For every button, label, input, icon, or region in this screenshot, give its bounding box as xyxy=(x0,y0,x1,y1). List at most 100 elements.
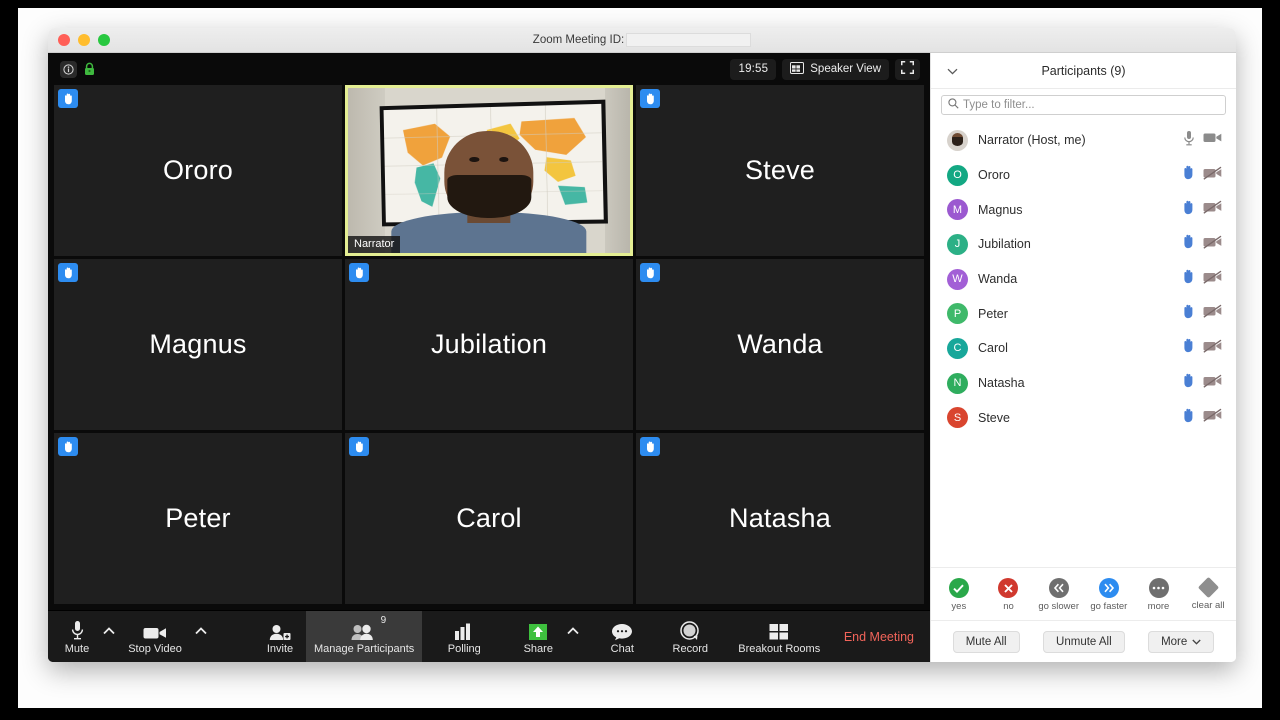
raised-hand-icon[interactable] xyxy=(1182,338,1195,358)
reaction-go-faster-button[interactable]: go faster xyxy=(1089,578,1129,612)
mute-button[interactable]: Mute xyxy=(48,611,100,662)
unmute-all-button[interactable]: Unmute All xyxy=(1043,631,1125,653)
end-meeting-button[interactable]: End Meeting xyxy=(844,611,930,662)
invite-button[interactable]: Invite xyxy=(254,611,306,662)
search-input-wrapper[interactable] xyxy=(941,95,1226,115)
camera-off-icon[interactable] xyxy=(1203,166,1222,185)
camera-off-icon[interactable] xyxy=(1203,304,1222,323)
chat-label: Chat xyxy=(611,643,634,655)
rewind-circle-icon xyxy=(1049,578,1069,598)
participant-video-grid: Ororo Narrator Steve Magnus Jubilation W… xyxy=(48,85,930,610)
lock-icon[interactable] xyxy=(83,62,96,76)
camera-off-icon[interactable] xyxy=(1203,235,1222,254)
participant-name: Natasha xyxy=(978,376,1172,390)
camera-off-icon[interactable] xyxy=(1203,200,1222,219)
participants-list[interactable]: Narrator (Host, me) O Ororo M Magnus J J… xyxy=(931,121,1236,567)
reaction-go-faster-label: go faster xyxy=(1090,601,1127,612)
participant-row[interactable]: C Carol xyxy=(931,331,1236,366)
video-options-chevron-up-icon[interactable] xyxy=(192,611,210,662)
video-tile[interactable]: Natasha xyxy=(636,433,924,604)
video-tile[interactable]: Peter xyxy=(54,433,342,604)
raised-hand-icon[interactable] xyxy=(1182,165,1195,185)
chevron-down-icon[interactable] xyxy=(947,64,958,77)
search-input[interactable] xyxy=(963,99,1219,111)
manage-participants-button[interactable]: 9 Manage Participants xyxy=(306,611,422,662)
camera-icon[interactable] xyxy=(1203,131,1222,149)
reaction-yes-button[interactable]: yes xyxy=(939,578,979,612)
participant-row[interactable]: S Steve xyxy=(931,401,1236,436)
raised-hand-icon xyxy=(58,89,78,108)
participant-row[interactable]: M Magnus xyxy=(931,192,1236,227)
video-tile[interactable]: Wanda xyxy=(636,259,924,430)
participants-panel: Participants (9) Type to filter... Narra… xyxy=(930,53,1236,662)
video-tile[interactable]: Steve xyxy=(636,85,924,256)
more-options-button[interactable]: More xyxy=(1148,631,1214,653)
raised-hand-icon[interactable] xyxy=(1182,234,1195,254)
video-tile-name: Natasha xyxy=(729,503,831,534)
participant-row[interactable]: N Natasha xyxy=(931,366,1236,401)
meeting-topbar-right: 19:55 Speaker View xyxy=(730,59,920,80)
mute-all-button[interactable]: Mute All xyxy=(953,631,1020,653)
participant-row[interactable]: Narrator (Host, me) xyxy=(931,123,1236,158)
participant-status-icons xyxy=(1182,269,1222,289)
participant-row[interactable]: O Ororo xyxy=(931,158,1236,193)
camera-off-icon[interactable] xyxy=(1203,408,1222,427)
record-circle-icon xyxy=(679,619,701,641)
x-circle-icon xyxy=(998,578,1018,598)
audio-options-chevron-up-icon[interactable] xyxy=(100,611,118,662)
clear-all-reactions-button[interactable]: clear all xyxy=(1188,578,1228,611)
video-tile-name: Ororo xyxy=(163,155,233,186)
polling-button[interactable]: Polling xyxy=(438,611,490,662)
participant-name: Wanda xyxy=(978,272,1172,286)
raised-hand-icon[interactable] xyxy=(1182,373,1195,393)
camera-off-icon[interactable] xyxy=(1203,374,1222,393)
participant-row[interactable]: J Jubilation xyxy=(931,227,1236,262)
microphone-icon[interactable] xyxy=(1183,130,1195,151)
stop-video-button[interactable]: Stop Video xyxy=(118,611,192,662)
share-options-chevron-up-icon[interactable] xyxy=(564,611,582,662)
breakout-rooms-button[interactable]: Breakout Rooms xyxy=(730,611,828,662)
raised-hand-icon xyxy=(640,437,660,456)
camera-off-icon[interactable] xyxy=(1203,270,1222,289)
info-icon[interactable] xyxy=(60,61,77,78)
raised-hand-icon[interactable] xyxy=(1182,269,1195,289)
window-title-label: Zoom Meeting ID: xyxy=(533,34,624,46)
participant-count-badge: 9 xyxy=(381,615,387,626)
avatar: P xyxy=(947,303,968,324)
reaction-go-slower-button[interactable]: go slower xyxy=(1038,578,1079,612)
application-body: 19:55 Speaker View Ororo Narrator Steve … xyxy=(48,53,1236,662)
record-label: Record xyxy=(673,643,708,655)
share-screen-button[interactable]: Share xyxy=(512,611,564,662)
video-tile[interactable]: Ororo xyxy=(54,85,342,256)
participant-status-icons xyxy=(1183,130,1222,151)
raised-hand-icon[interactable] xyxy=(1182,304,1195,324)
forward-circle-icon xyxy=(1099,578,1119,598)
participant-status-icons xyxy=(1182,200,1222,220)
participant-status-icons xyxy=(1182,165,1222,185)
avatar: N xyxy=(947,373,968,394)
manage-participants-label: Manage Participants xyxy=(314,643,414,655)
video-tile-active-speaker[interactable]: Narrator xyxy=(345,85,633,256)
record-button[interactable]: Record xyxy=(664,611,716,662)
raised-hand-icon xyxy=(640,89,660,108)
people-icon: 9 xyxy=(351,619,377,641)
raised-hand-icon[interactable] xyxy=(1182,200,1195,220)
participant-name: Peter xyxy=(978,307,1172,321)
avatar-initial: P xyxy=(954,308,961,320)
enter-fullscreen-button[interactable] xyxy=(895,59,920,80)
participant-row[interactable]: P Peter xyxy=(931,296,1236,331)
participant-row[interactable]: W Wanda xyxy=(931,262,1236,297)
camera-off-icon[interactable] xyxy=(1203,339,1222,358)
video-tile-name: Steve xyxy=(745,155,815,186)
video-tile[interactable]: Jubilation xyxy=(345,259,633,430)
video-tile[interactable]: Magnus xyxy=(54,259,342,430)
meeting-control-bar: Mute Stop Video Invite 9 Manage Particip… xyxy=(48,610,930,662)
ellipsis-circle-icon xyxy=(1149,578,1169,598)
reaction-no-button[interactable]: no xyxy=(989,578,1029,612)
view-mode-button[interactable]: Speaker View xyxy=(782,59,889,80)
reaction-more-button[interactable]: more xyxy=(1139,578,1179,612)
chat-button[interactable]: Chat xyxy=(596,611,648,662)
raised-hand-icon[interactable] xyxy=(1182,408,1195,428)
video-tile[interactable]: Carol xyxy=(345,433,633,604)
avatar-initial: N xyxy=(954,377,962,389)
